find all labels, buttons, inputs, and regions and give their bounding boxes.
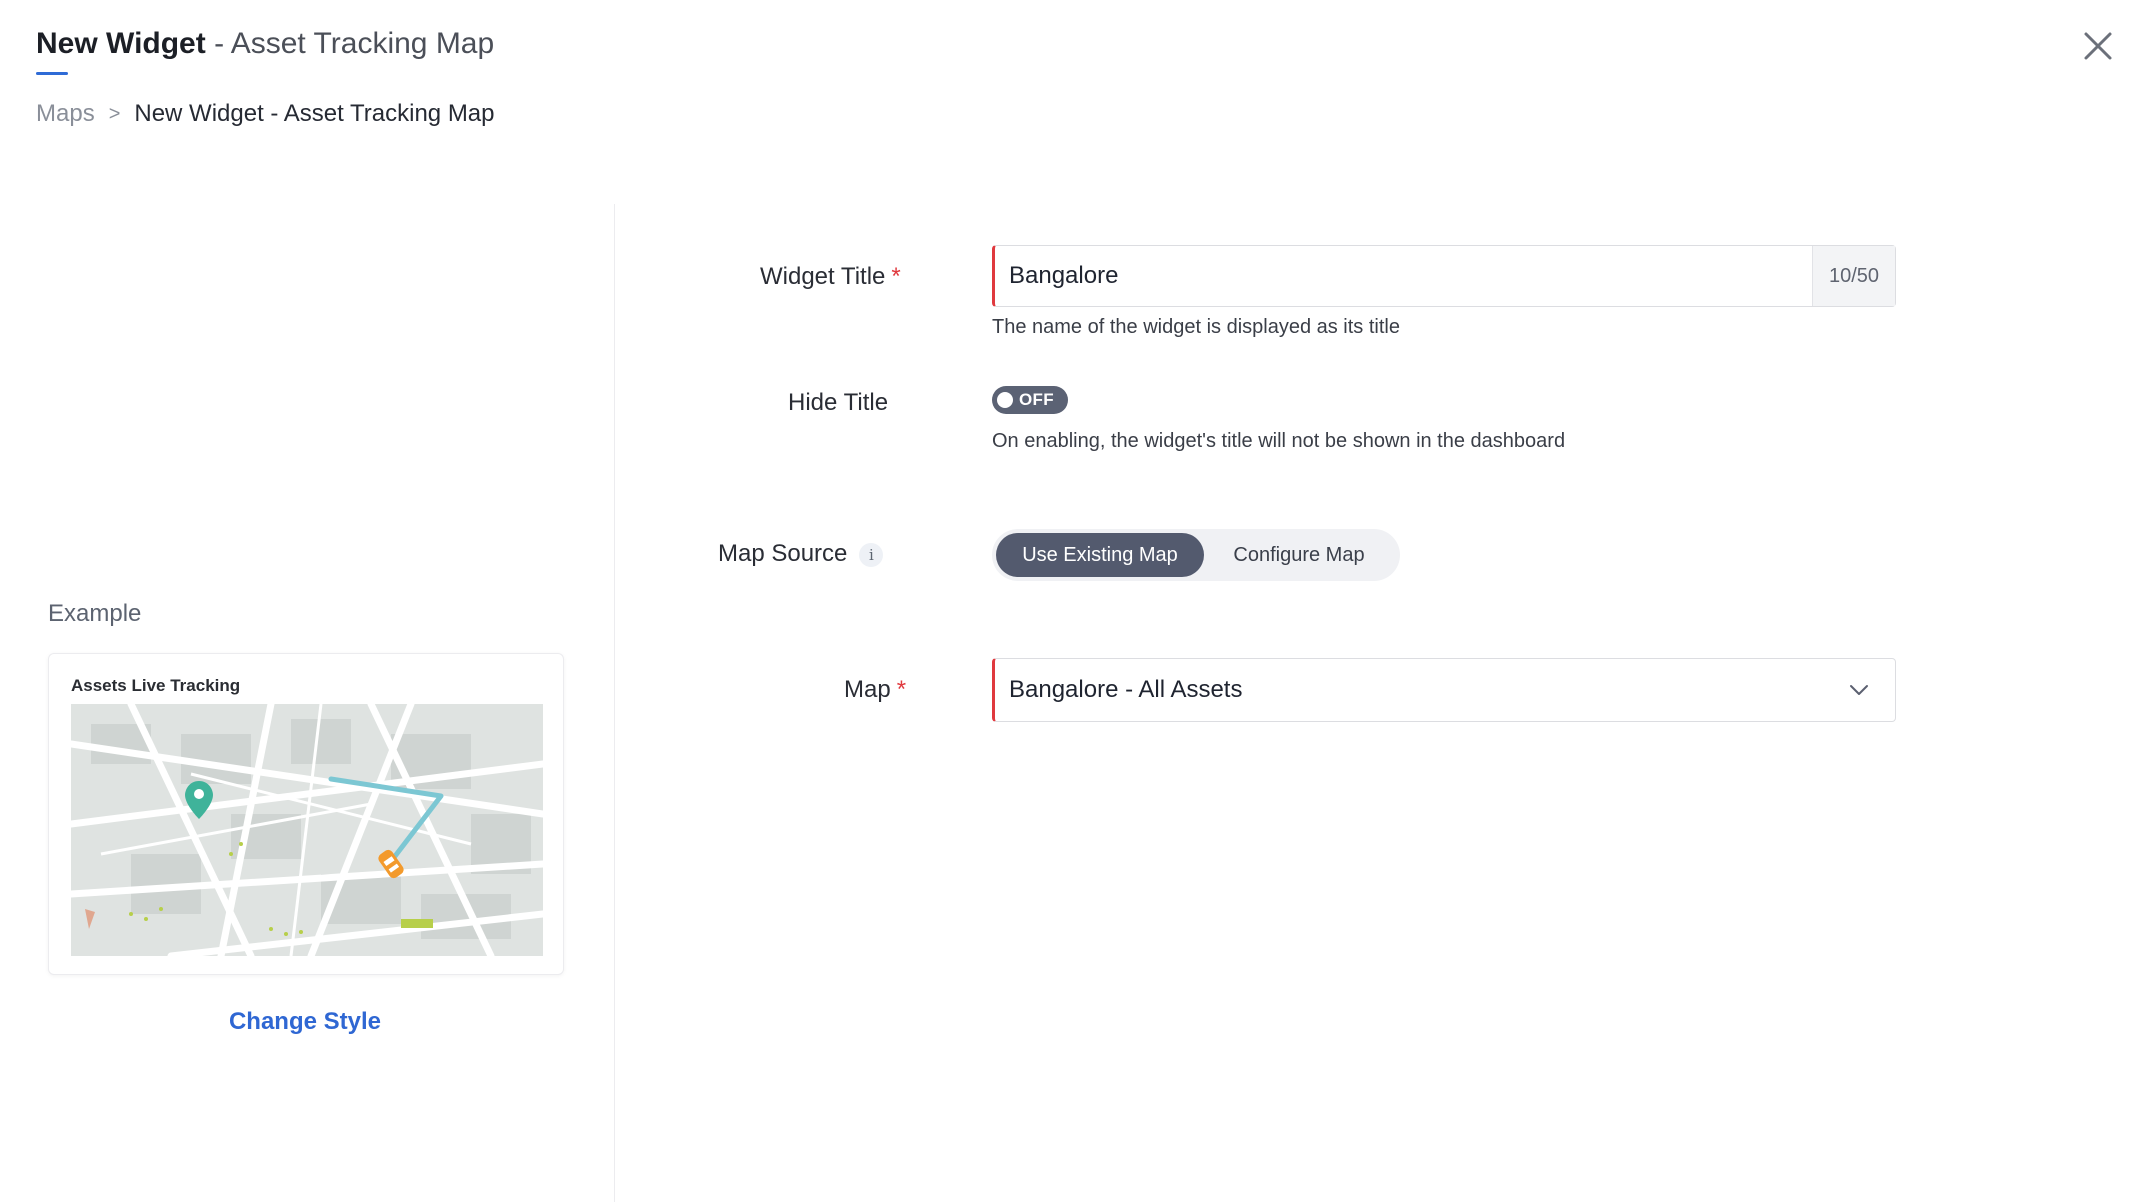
- widget-title-help: The name of the widget is displayed as i…: [992, 316, 1400, 338]
- toggle-state-text: OFF: [1019, 390, 1054, 409]
- modal-header: New Widget - Asset Tracking Map: [36, 22, 494, 75]
- example-preview-card: Assets Live Tracking: [48, 653, 564, 975]
- breadcrumb-current: New Widget - Asset Tracking Map: [134, 100, 495, 127]
- widget-title-label: Widget Title *: [760, 263, 901, 291]
- close-button[interactable]: [2080, 28, 2116, 64]
- widget-title-input[interactable]: [995, 246, 1812, 306]
- map-select-value: Bangalore - All Assets: [1009, 676, 1243, 703]
- required-asterisk: *: [896, 676, 907, 703]
- close-icon: [2084, 32, 2112, 60]
- map-source-segmented-control: Use Existing Map Configure Map: [992, 529, 1400, 581]
- map-label: Map *: [844, 676, 906, 704]
- map-source-label-text: Map Source: [718, 540, 848, 567]
- breadcrumb: Maps > New Widget - Asset Tracking Map: [36, 100, 495, 128]
- chevron-down-icon: [1850, 685, 1868, 695]
- modal-title: New Widget - Asset Tracking Map: [36, 22, 494, 66]
- widget-title-label-text: Widget Title: [760, 263, 886, 290]
- panel-divider: [614, 204, 615, 1202]
- hide-title-toggle[interactable]: OFF: [992, 386, 1068, 414]
- breadcrumb-separator: >: [108, 102, 121, 125]
- breadcrumb-maps-link[interactable]: Maps: [36, 100, 95, 128]
- configure-map-option[interactable]: Configure Map: [1204, 533, 1394, 577]
- toggle-knob: [997, 392, 1013, 408]
- required-asterisk: *: [891, 263, 901, 290]
- example-label: Example: [48, 600, 142, 627]
- map-label-text: Map: [844, 676, 891, 703]
- info-icon[interactable]: i: [859, 542, 884, 567]
- title-primary: New Widget: [36, 27, 206, 60]
- char-counter: 10/50: [1812, 246, 1895, 306]
- example-card-title: Assets Live Tracking: [71, 676, 241, 695]
- title-secondary: - Asset Tracking Map: [205, 27, 495, 60]
- map-source-label: Map Source i: [718, 540, 884, 568]
- map-select[interactable]: Bangalore - All Assets: [992, 658, 1896, 722]
- use-existing-map-option[interactable]: Use Existing Map: [996, 533, 1204, 577]
- title-underline: [36, 72, 68, 75]
- hide-title-help: On enabling, the widget's title will not…: [992, 430, 1566, 452]
- widget-title-field: 10/50: [992, 245, 1896, 307]
- example-map-image: [71, 704, 543, 956]
- change-style-link[interactable]: Change Style: [0, 1008, 610, 1036]
- hide-title-label: Hide Title: [788, 389, 889, 416]
